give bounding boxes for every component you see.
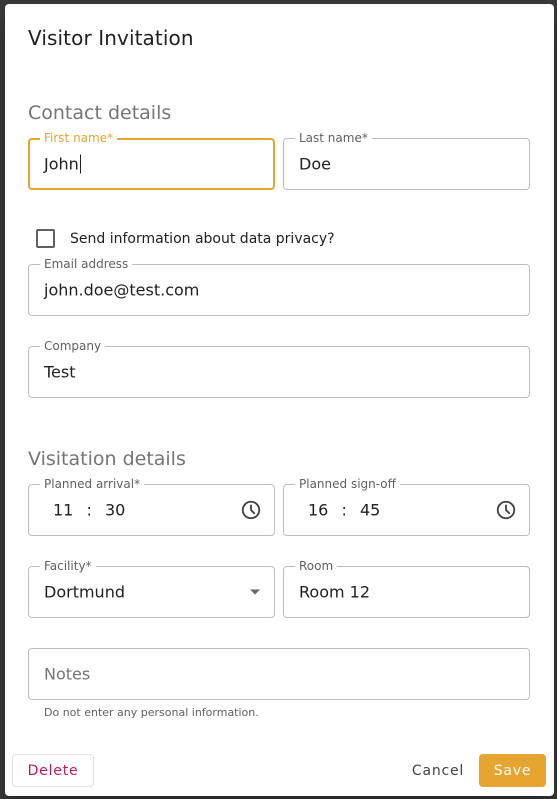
signoff-hour[interactable]: 16 (308, 501, 328, 520)
last-name-value: Doe (299, 154, 331, 174)
company-field[interactable]: Company Test (28, 339, 530, 398)
signoff-time-separator: : (341, 500, 347, 520)
clock-icon[interactable] (240, 499, 262, 521)
room-value: Room 12 (299, 582, 371, 602)
clock-icon[interactable] (495, 499, 517, 521)
privacy-checkbox-label: Send information about data privacy? (70, 230, 335, 247)
last-name-field[interactable]: Last name* Doe (283, 131, 530, 190)
last-name-label: Last name* (295, 131, 372, 145)
cancel-button[interactable]: Cancel (403, 754, 473, 787)
company-value: Test (44, 362, 76, 382)
company-label: Company (40, 339, 106, 353)
privacy-checkbox-row[interactable]: Send information about data privacy? (36, 229, 335, 248)
planned-arrival-field[interactable]: Planned arrival* 11 : 30 (28, 477, 275, 536)
email-label: Email address (40, 257, 133, 271)
signoff-minute[interactable]: 45 (360, 501, 380, 520)
first-name-label: First name* (40, 131, 118, 145)
planned-signoff-field[interactable]: Planned sign-off 16 : 45 (283, 477, 530, 536)
privacy-checkbox[interactable] (36, 229, 55, 248)
first-name-field[interactable]: First name* John (28, 131, 275, 190)
arrival-hour[interactable]: 11 (53, 501, 73, 520)
first-name-value: John (44, 154, 79, 174)
email-value: john.doe@test.com (44, 280, 200, 300)
arrival-minute[interactable]: 30 (105, 501, 125, 520)
planned-signoff-label: Planned sign-off (295, 477, 400, 491)
text-caret (79, 154, 81, 174)
delete-button[interactable]: Delete (12, 754, 94, 787)
arrival-time-separator: : (86, 500, 92, 520)
facility-value: Dortmund (44, 582, 125, 602)
dialog-title: Visitor Invitation (28, 26, 194, 50)
planned-arrival-label: Planned arrival* (40, 477, 145, 491)
contact-details-heading: Contact details (28, 102, 172, 124)
email-field[interactable]: Email address john.doe@test.com (28, 257, 530, 316)
dropdown-arrow-icon[interactable] (250, 589, 260, 595)
notes-field[interactable]: Notes (28, 648, 530, 700)
room-label: Room (295, 559, 338, 573)
notes-placeholder: Notes (44, 664, 91, 684)
visitation-details-heading: Visitation details (28, 448, 186, 470)
room-field[interactable]: Room Room 12 (283, 559, 530, 618)
save-button[interactable]: Save (479, 754, 546, 787)
notes-hint: Do not enter any personal information. (44, 706, 259, 719)
visitor-invitation-dialog: Visitor Invitation Contact details First… (5, 4, 554, 796)
facility-select[interactable]: Facility* Dortmund (28, 559, 275, 618)
facility-label: Facility* (40, 559, 96, 573)
